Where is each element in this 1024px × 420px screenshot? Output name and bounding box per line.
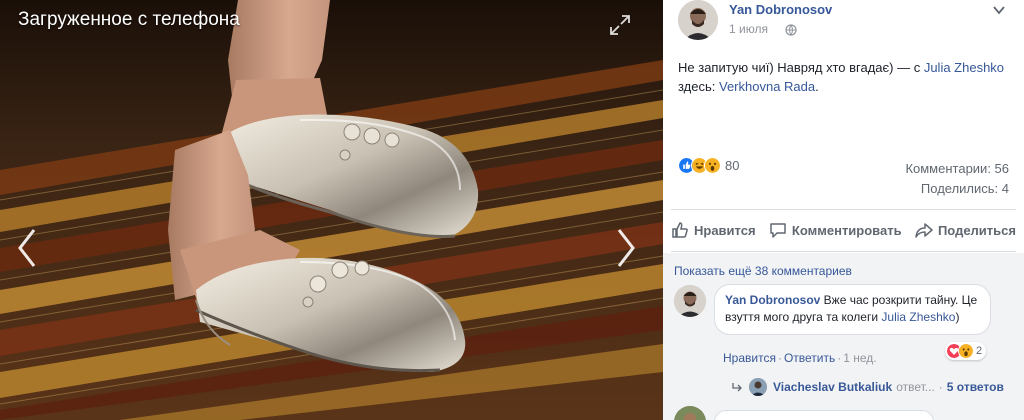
place-link[interactable]: Verkhovna Rada [719,79,815,94]
comment-actions: Нравится · Ответить · 1 нед. [723,351,877,365]
comment-time[interactable]: 1 нед. [843,351,876,365]
wow-reaction-icon [958,343,974,359]
post-photo [0,0,663,420]
tagged-person-link[interactable]: Julia Zheshko [924,60,1004,75]
post-panel: Yan Dobronosov 1 июля Не запитую чиї) На… [663,0,1024,420]
share-button[interactable]: Поделиться [915,217,1016,243]
divider [671,251,1016,252]
post-date[interactable]: 1 июля [729,22,768,36]
comment-bubble: Yan Dobronosov Вже час розкрити тайну. Ц… [714,284,991,335]
replies-link[interactable]: Viacheslav Butkaliuk ответ... · 5 ответо… [731,378,1004,396]
author-avatar[interactable] [678,0,718,40]
comment-button-label: Комментировать [791,222,902,238]
comment-like-link[interactable]: Нравится [723,351,776,365]
comment-reactions-count: 2 [976,345,983,357]
comments-section: Показать ещё 38 комментариев Yan Dobrono… [663,251,1024,420]
post-place-suffix: . [815,79,819,94]
photo-viewer[interactable]: Загруженное с телефона [0,0,663,420]
reactions-count: 80 [725,158,740,173]
globe-icon [785,24,797,36]
next-commenter-avatar[interactable] [674,406,706,420]
comment-author[interactable]: Yan Dobronosov [725,293,820,307]
album-title: Загруженное с телефона [18,9,240,30]
reply-author-name[interactable]: Viacheslav Butkaliuk [773,380,892,394]
post-actions: Нравится Комментировать Поделиться [671,217,1016,243]
post-text-main: Не запитую чиї) Навряд хто вгадає) — с [678,60,924,75]
post-options-chevron-icon[interactable] [991,3,1007,17]
thumbs-up-icon [672,222,688,238]
comment-reply-link[interactable]: Ответить [784,351,835,365]
comment-reactions[interactable]: 2 [945,342,987,360]
show-more-comments-link[interactable]: Показать ещё 38 комментариев [674,264,852,278]
replies-count[interactable]: 5 ответов [947,380,1004,394]
comment-button[interactable]: Комментировать [769,217,902,243]
previous-photo-icon[interactable] [12,226,42,270]
reactions-summary[interactable]: 80 [678,157,739,174]
reply-arrow-icon [732,383,742,392]
comment-icon [770,223,786,238]
expand-icon[interactable] [609,14,631,36]
post-place-prefix: здесь: [678,79,719,94]
comment-text-end: ) [955,310,960,324]
next-photo-icon[interactable] [611,226,641,270]
like-button[interactable]: Нравится [671,217,756,243]
post-text: Не запитую чиї) Навряд хто вгадає) — с J… [678,58,1008,96]
comment-mention-link[interactable]: Julia Zheshko [881,310,955,324]
reply-snippet: ответ... [896,380,935,394]
share-button-label: Поделиться [937,222,1016,238]
next-comment-bubble [714,410,934,420]
share-icon [915,223,933,238]
author-name[interactable]: Yan Dobronosov [729,2,832,17]
comments-count[interactable]: Комментарии: 56 [905,161,1009,176]
reply-author-avatar [749,378,767,396]
shares-count[interactable]: Поделились: 4 [921,181,1009,196]
divider [671,209,1016,210]
commenter-avatar[interactable] [674,285,706,317]
wow-reaction-icon [704,157,721,174]
like-button-label: Нравится [694,222,756,238]
